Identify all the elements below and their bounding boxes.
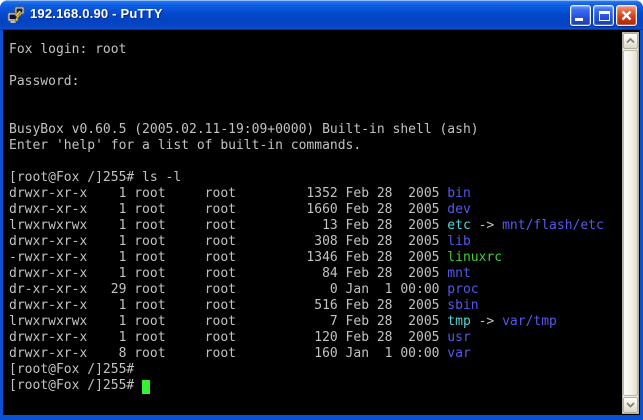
terminal-text-segment: -> bbox=[471, 314, 502, 329]
scrollbar-thumb[interactable] bbox=[623, 50, 638, 396]
terminal-line: drwxr-xr-x 1 root root 84 Feb 28 2005 mn… bbox=[9, 266, 616, 282]
terminal-text-segment: lrwxrwxrwx 1 root root 13 Feb 28 2005 bbox=[9, 218, 447, 233]
terminal-line: Enter 'help' for a list of built-in comm… bbox=[9, 138, 616, 154]
scroll-down-button[interactable] bbox=[623, 397, 638, 413]
terminal-screen[interactable]: Fox login: root Password: BusyBox v0.60.… bbox=[3, 30, 640, 415]
close-icon bbox=[621, 10, 632, 21]
terminal-text-segment: tmp bbox=[447, 314, 470, 329]
window-title: 192.168.0.90 - PuTTY bbox=[30, 6, 163, 21]
terminal-line: Fox login: root bbox=[9, 42, 616, 58]
terminal-line bbox=[9, 154, 616, 170]
terminal-line: drwxr-xr-x 1 root root 1660 Feb 28 2005 … bbox=[9, 202, 616, 218]
terminal-text-segment: lrwxrwxrwx 1 root root 7 Feb 28 2005 bbox=[9, 314, 447, 329]
terminal-text-segment: var bbox=[447, 346, 470, 361]
putty-app-icon bbox=[7, 6, 25, 24]
putty-window: 192.168.0.90 - PuTTY Fox login: root Pas… bbox=[0, 0, 643, 420]
terminal-text-segment: dr-xr-xr-x 29 root root 0 Jan 1 00:00 bbox=[9, 282, 447, 297]
terminal-text-segment: usr bbox=[447, 330, 470, 345]
terminal-output: Fox login: root Password: BusyBox v0.60.… bbox=[9, 42, 616, 394]
terminal-text-segment: dev bbox=[447, 202, 470, 217]
terminal-line: [root@Fox /]255# bbox=[9, 378, 616, 394]
terminal-text-segment: [root@Fox /]255# ls -l bbox=[9, 170, 181, 185]
minimize-button[interactable] bbox=[570, 5, 591, 26]
terminal-text-segment: BusyBox v0.60.5 (2005.02.11-19:09+0000) … bbox=[9, 122, 479, 137]
terminal-text-segment: drwxr-xr-x 1 root root 308 Feb 28 2005 bbox=[9, 234, 447, 249]
terminal-text-segment: drwxr-xr-x 1 root root 1660 Feb 28 2005 bbox=[9, 202, 447, 217]
terminal-line: drwxr-xr-x 1 root root 1352 Feb 28 2005 … bbox=[9, 186, 616, 202]
terminal-text-segment: linuxrc bbox=[447, 250, 502, 265]
titlebar[interactable]: 192.168.0.90 - PuTTY bbox=[0, 0, 643, 30]
terminal-text-segment: Fox login: root bbox=[9, 42, 126, 57]
terminal-line: -rwxr-xr-x 1 root root 1346 Feb 28 2005 … bbox=[9, 250, 616, 266]
terminal-text-segment: drwxr-xr-x 8 root root 160 Jan 1 00:00 bbox=[9, 346, 447, 361]
terminal-text-segment: [root@Fox /]255# bbox=[9, 362, 134, 377]
terminal-text-segment: Enter 'help' for a list of built-in comm… bbox=[9, 138, 361, 153]
maximize-icon bbox=[599, 11, 610, 21]
terminal-text-segment: sbin bbox=[447, 298, 478, 313]
terminal-line: drwxr-xr-x 1 root root 120 Feb 28 2005 u… bbox=[9, 330, 616, 346]
terminal-line: BusyBox v0.60.5 (2005.02.11-19:09+0000) … bbox=[9, 122, 616, 138]
terminal-text-segment: drwxr-xr-x 1 root root 1352 Feb 28 2005 bbox=[9, 186, 447, 201]
terminal-text-segment: mnt bbox=[447, 266, 470, 281]
terminal-line: drwxr-xr-x 1 root root 516 Feb 28 2005 s… bbox=[9, 298, 616, 314]
terminal-line: dr-xr-xr-x 29 root root 0 Jan 1 00:00 pr… bbox=[9, 282, 616, 298]
window-controls bbox=[570, 5, 637, 26]
terminal-line: drwxr-xr-x 8 root root 160 Jan 1 00:00 v… bbox=[9, 346, 616, 362]
terminal-text-segment: Password: bbox=[9, 74, 79, 89]
terminal-line: lrwxrwxrwx 1 root root 7 Feb 28 2005 tmp… bbox=[9, 314, 616, 330]
terminal-line: drwxr-xr-x 1 root root 308 Feb 28 2005 l… bbox=[9, 234, 616, 250]
terminal-line: [root@Fox /]255# ls -l bbox=[9, 170, 616, 186]
terminal-text-segment: -rwxr-xr-x 1 root root 1346 Feb 28 2005 bbox=[9, 250, 447, 265]
maximize-button[interactable] bbox=[593, 5, 614, 26]
terminal-text-segment: [root@Fox /]255# bbox=[9, 378, 142, 393]
terminal-text-segment: bin bbox=[447, 186, 470, 201]
terminal-line bbox=[9, 90, 616, 106]
putty-two-computers-icon bbox=[7, 6, 25, 24]
close-button[interactable] bbox=[616, 5, 637, 26]
terminal-cursor bbox=[142, 380, 150, 394]
terminal-line: [root@Fox /]255# bbox=[9, 362, 616, 378]
terminal-scrollbar[interactable] bbox=[622, 32, 639, 414]
terminal-line: lrwxrwxrwx 1 root root 13 Feb 28 2005 et… bbox=[9, 218, 616, 234]
terminal-text-segment: var/tmp bbox=[502, 314, 557, 329]
chevron-down-icon bbox=[626, 402, 635, 408]
terminal-line: Password: bbox=[9, 74, 616, 90]
terminal-text-segment: drwxr-xr-x 1 root root 120 Feb 28 2005 bbox=[9, 330, 447, 345]
terminal-text-segment: mnt/flash/etc bbox=[502, 218, 604, 233]
scroll-up-button[interactable] bbox=[623, 33, 638, 49]
terminal-text-segment: drwxr-xr-x 1 root root 516 Feb 28 2005 bbox=[9, 298, 447, 313]
terminal-text-segment: drwxr-xr-x 1 root root 84 Feb 28 2005 bbox=[9, 266, 447, 281]
chevron-up-icon bbox=[626, 38, 635, 44]
terminal-line bbox=[9, 58, 616, 74]
terminal-text-segment: proc bbox=[447, 282, 478, 297]
terminal-text-segment: etc bbox=[447, 218, 470, 233]
terminal-text-segment: -> bbox=[471, 218, 502, 233]
terminal-line bbox=[9, 106, 616, 122]
terminal-text-segment: lib bbox=[447, 234, 470, 249]
minimize-icon bbox=[575, 18, 583, 21]
